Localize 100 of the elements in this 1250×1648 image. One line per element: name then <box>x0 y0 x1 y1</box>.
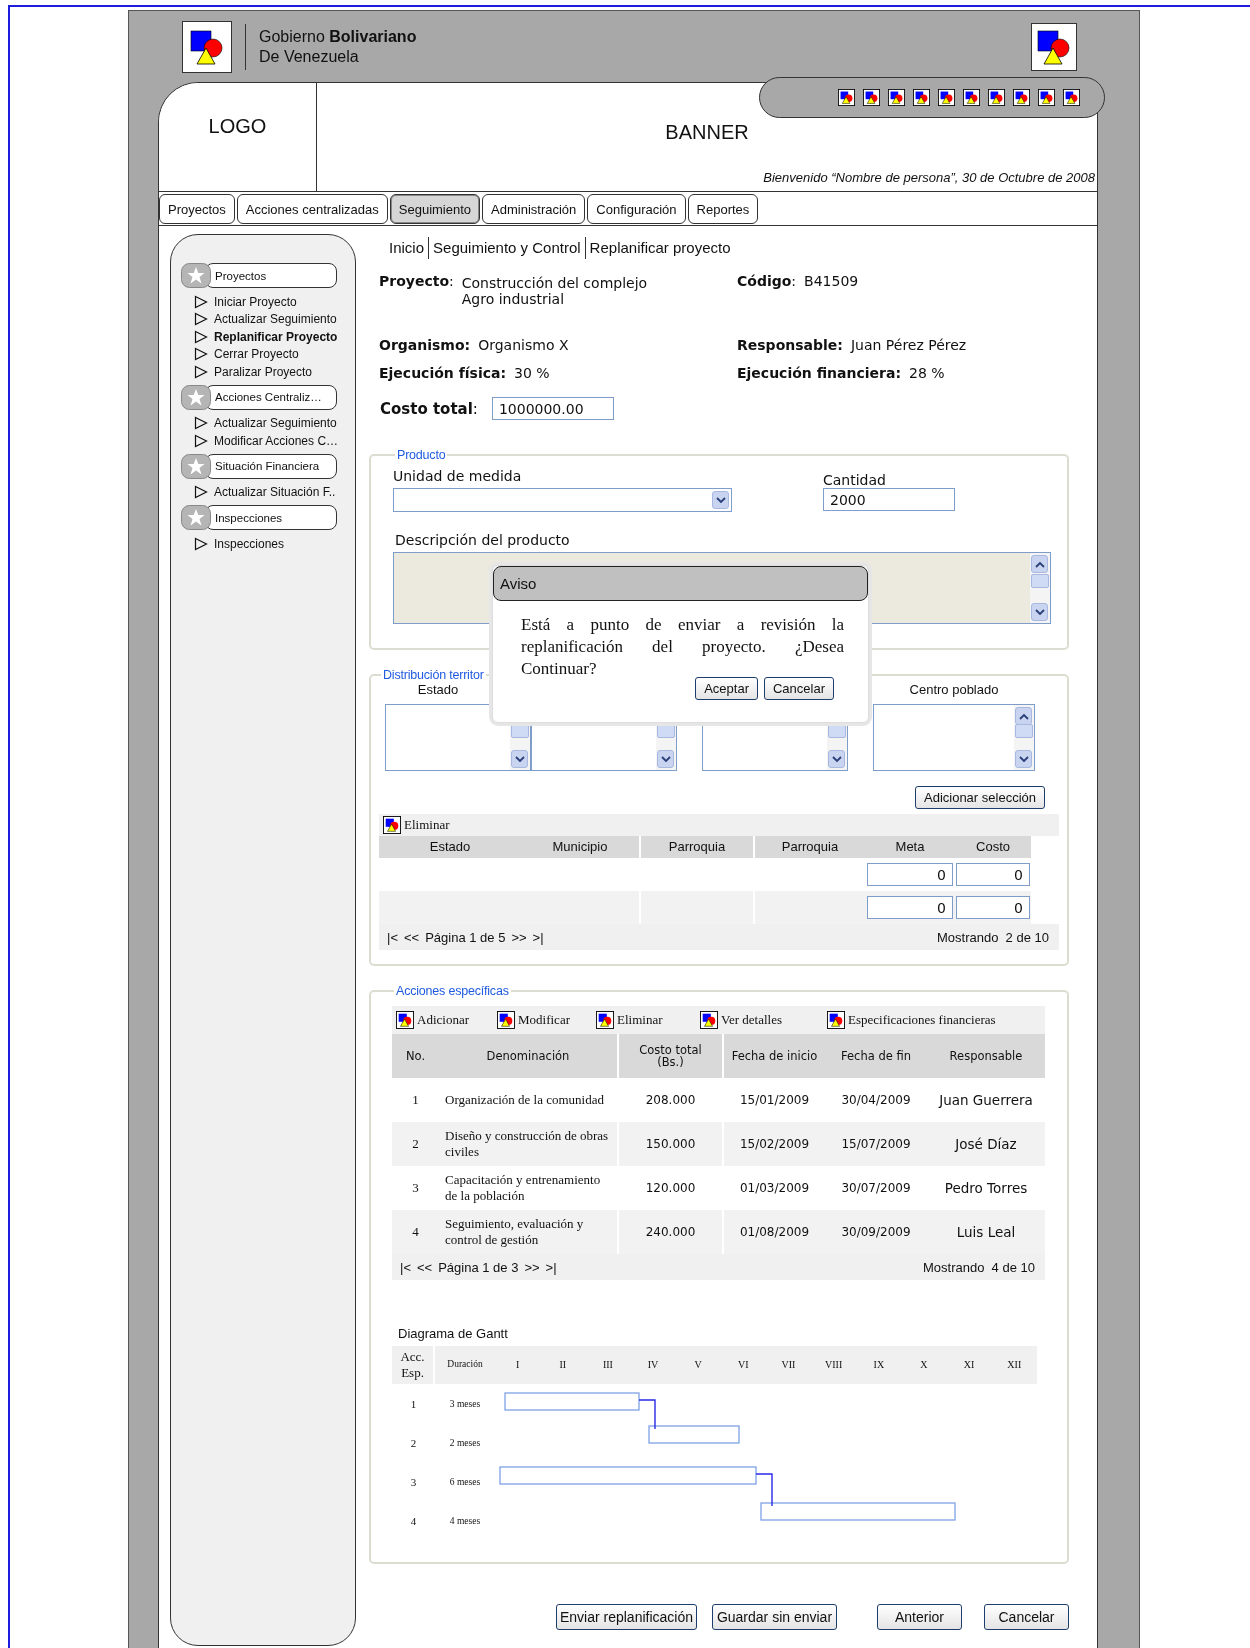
sidebar-link[interactable]: Inspecciones <box>214 536 285 551</box>
column-header: Parroquia <box>755 836 865 858</box>
breadcrumb-link[interactable]: Seguimiento y Control <box>428 237 585 259</box>
sidebar-link[interactable]: Actualizar Situación F.. <box>214 485 336 500</box>
previous-page-link[interactable]: << <box>416 1259 433 1275</box>
breadcrumb-link[interactable]: Replanificar proyecto <box>584 237 735 259</box>
month-header: VI <box>738 1359 749 1371</box>
table-cell: 30/09/2009 <box>841 1224 911 1240</box>
action-button[interactable]: Anterior <box>877 1604 962 1630</box>
shapes-icon <box>963 89 980 106</box>
delete-action[interactable]: Eliminar <box>383 816 450 834</box>
nav-tab[interactable]: Acciones centralizadas <box>236 194 388 224</box>
column-header: Costo total (Bs.) <box>619 1034 724 1078</box>
row-number: 4 <box>409 1514 418 1527</box>
dialog-button[interactable]: Aceptar <box>695 677 758 700</box>
sidebar-link[interactable]: Modificar Acciones C… <box>214 433 339 448</box>
toolbar-action[interactable]: Ver detalles <box>700 1011 827 1029</box>
row-number: 1 <box>409 1397 418 1410</box>
goal-field[interactable]: 0 <box>867 863 953 886</box>
cost-field[interactable]: 0 <box>956 863 1030 886</box>
column-header: No. <box>392 1034 439 1078</box>
sidebar-link[interactable]: Iniciar Proyecto <box>214 294 297 309</box>
chevron-down-icon <box>715 496 726 504</box>
month-header: VIII <box>825 1359 843 1371</box>
last-page-link[interactable]: >| <box>545 1259 557 1275</box>
month-header: IV <box>647 1359 659 1371</box>
nav-tab[interactable]: Reportes <box>687 194 759 224</box>
cost-field[interactable]: 1000000.00 <box>491 397 614 420</box>
shapes-icon <box>838 89 855 106</box>
row-number: 2 <box>409 1436 418 1449</box>
list-box[interactable] <box>385 704 531 771</box>
shapes-icon <box>189 27 225 66</box>
nav-tab[interactable]: Configuración <box>587 194 686 224</box>
shapes-icon <box>888 89 905 106</box>
add-selection-button[interactable]: Adicionar selección <box>915 786 1045 809</box>
toolbar-action[interactable]: Especificaciones financieras <box>827 1011 996 1029</box>
action-button[interactable]: Guardar sin enviar <box>712 1604 837 1630</box>
nav-tab[interactable]: Seguimiento <box>389 194 481 224</box>
table-cell: 208.000 <box>645 1092 696 1108</box>
toolbar-action[interactable]: Modificar <box>497 1011 596 1029</box>
next-page-link[interactable]: >> <box>524 1259 540 1275</box>
next-page-link[interactable]: >> <box>511 929 527 945</box>
previous-page-link[interactable]: << <box>403 929 420 945</box>
column-header: Denominación <box>439 1034 619 1078</box>
field-label: Responsable: <box>737 337 843 353</box>
dialog-button[interactable]: Cancelar <box>763 677 834 700</box>
row-number: 3 <box>409 1475 418 1488</box>
column-header: Parroquia <box>641 836 755 858</box>
sidebar-link[interactable]: Actualizar Seguimiento <box>214 312 337 327</box>
logo-box: LOGO <box>159 83 317 191</box>
month-header: II <box>559 1359 567 1371</box>
unit-select[interactable] <box>393 488 732 512</box>
first-page-link[interactable]: |< <box>400 1259 411 1275</box>
duration-text: 3 meses <box>448 1398 482 1409</box>
quantity-field[interactable]: 2000 <box>823 488 955 511</box>
sidebar-link[interactable]: Actualizar Seguimiento <box>214 416 337 431</box>
scrollbar[interactable] <box>1014 705 1034 770</box>
sidebar-link[interactable]: Replanificar Proyecto <box>214 329 338 344</box>
field-label: Costo total: <box>380 399 478 418</box>
month-header: I <box>515 1359 520 1371</box>
nav-tab[interactable]: Proyectos <box>159 194 235 224</box>
table-cell: 01/08/2009 <box>739 1224 810 1240</box>
scroll-thumb[interactable] <box>1031 574 1049 588</box>
page-indicator: Página 1 de 3 <box>438 1259 519 1275</box>
table-cell: 4 <box>412 1223 419 1241</box>
record-count: Mostrando 2 de 10 <box>936 929 1049 945</box>
section-title: Distribución territor <box>382 668 485 682</box>
table-cell: Juan Guerrera <box>939 1091 1033 1109</box>
action-button[interactable]: Cancelar <box>984 1604 1069 1630</box>
column-header: Responsable <box>927 1034 1045 1078</box>
table-cell: Organización de la comunidad <box>445 1091 604 1109</box>
sidebar-link[interactable]: Paralizar Proyecto <box>214 364 313 379</box>
shapes-icon <box>396 1011 414 1029</box>
record-count: Mostrando 4 de 10 <box>922 1259 1035 1275</box>
field-label: Organismo: <box>379 337 471 353</box>
scrollbar[interactable] <box>1030 553 1050 623</box>
last-page-link[interactable]: >| <box>532 929 544 945</box>
shapes-icon <box>827 1011 845 1029</box>
first-page-link[interactable]: |< <box>387 929 398 945</box>
toolbar-action[interactable]: Adicionar <box>396 1011 497 1029</box>
column-header: Estado <box>379 836 521 858</box>
list-box[interactable] <box>873 704 1035 771</box>
table-cell: 30/04/2009 <box>841 1092 911 1108</box>
field-label: Cantidad <box>823 472 887 488</box>
table-cell: 01/03/2009 <box>739 1180 810 1196</box>
shapes-icon <box>938 89 955 106</box>
nav-tab[interactable]: Administración <box>482 194 586 224</box>
sidebar-link[interactable]: Cerrar Proyecto <box>214 347 299 362</box>
field-value: B41509 <box>804 273 859 291</box>
breadcrumb-link[interactable]: Inicio <box>385 237 429 259</box>
cost-field[interactable]: 0 <box>956 896 1030 919</box>
toolbar-action[interactable]: Eliminar <box>596 1011 700 1029</box>
table-cell: José Díaz <box>955 1135 1017 1153</box>
month-header: VII <box>781 1359 796 1371</box>
triangle-icon <box>194 416 208 431</box>
shapes-icon <box>1063 89 1080 106</box>
goal-field[interactable]: 0 <box>867 896 953 919</box>
shapes-icon <box>988 89 1005 106</box>
action-button[interactable]: Enviar replanificación <box>556 1604 697 1630</box>
triangle-icon <box>194 364 208 379</box>
